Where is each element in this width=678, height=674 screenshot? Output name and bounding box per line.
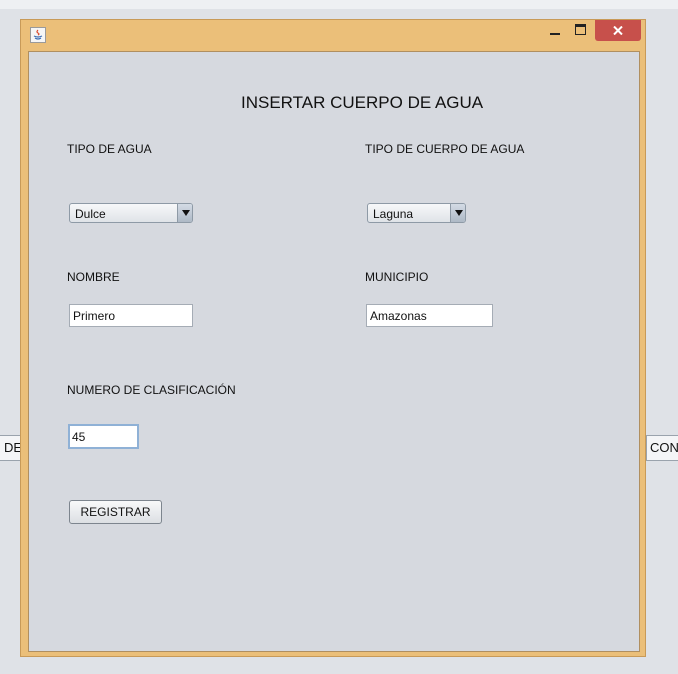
maximize-icon[interactable] [570, 20, 596, 41]
tipo-agua-selected: Dulce [75, 207, 106, 221]
minimize-icon[interactable] [543, 20, 569, 41]
nombre-label: NOMBRE [67, 270, 120, 284]
tipo-agua-label: TIPO DE AGUA [67, 142, 152, 156]
nombre-field[interactable] [69, 304, 193, 327]
register-button[interactable]: REGISTRAR [69, 500, 162, 524]
tipo-cuerpo-select[interactable]: Laguna [367, 203, 466, 223]
tipo-agua-select[interactable]: Dulce [69, 203, 193, 223]
municipio-label: MUNICIPIO [365, 270, 429, 284]
tipo-cuerpo-label: TIPO DE CUERPO DE AGUA [365, 142, 525, 156]
form-panel: INSERTAR CUERPO DE AGUA TIPO DE AGUA TIP… [28, 51, 640, 652]
clasificacion-label: NUMERO DE CLASIFICACIÓN [67, 383, 236, 397]
background-top-bar [0, 0, 678, 9]
title-bar[interactable] [21, 20, 645, 50]
insert-water-body-window: INSERTAR CUERPO DE AGUA TIPO DE AGUA TIP… [20, 19, 646, 657]
java-icon[interactable] [30, 27, 46, 43]
chevron-down-icon[interactable] [450, 204, 465, 222]
clasificacion-field[interactable] [68, 424, 139, 449]
background-right-button[interactable]: CON [646, 435, 678, 461]
chevron-down-icon[interactable] [177, 204, 192, 222]
municipio-field[interactable] [366, 304, 493, 327]
tipo-cuerpo-selected: Laguna [373, 207, 414, 221]
page-title: INSERTAR CUERPO DE AGUA [241, 93, 484, 112]
close-icon[interactable] [595, 20, 641, 41]
